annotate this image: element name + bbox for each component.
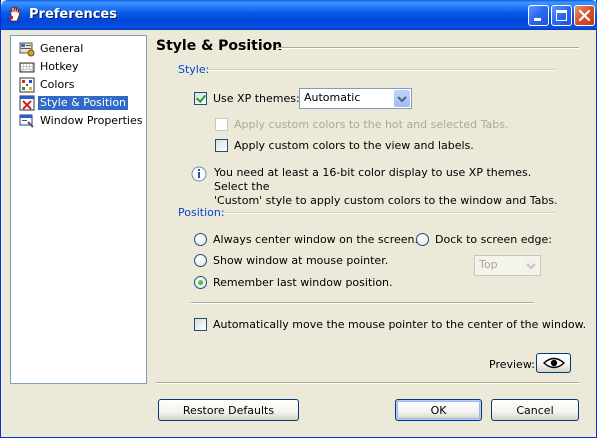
eye-icon [542,357,565,369]
custom-view-labels-checkbox[interactable] [215,139,228,152]
app-hand-icon [9,6,21,22]
title-divider [276,47,579,49]
cancel-button[interactable]: Cancel [491,399,579,421]
window-title: Preferences [29,7,117,22]
xp-theme-info-text: You need at least a 16-bit color display… [214,166,559,208]
info-line-2: 'Custom' style to apply custom colors to… [214,194,558,207]
colors-icon [19,77,35,93]
minimize-button[interactable] [528,5,549,26]
restore-defaults-label: Restore Defaults [182,403,275,417]
theme-select-dropdown-button[interactable] [394,90,410,107]
ok-button[interactable]: OK [395,399,482,421]
footer-divider [156,382,579,384]
preview-button[interactable] [536,353,571,373]
dock-edge-label[interactable]: Dock to screen edge: [435,233,552,246]
always-center-label[interactable]: Always center window on the screen. [213,233,418,246]
move-pointer-label[interactable]: Automatically move the mouse pointer to … [213,318,586,331]
nav-item-label: Hotkey [40,60,79,73]
chevron-down-icon [526,263,536,270]
preview-label: Preview: [489,358,535,371]
show-at-pointer-label[interactable]: Show window at mouse pointer. [213,254,388,267]
theme-select[interactable]: Automatic [299,88,412,109]
use-xp-themes-checkbox[interactable] [194,92,207,105]
remember-last-radio[interactable] [194,276,207,289]
info-line-1: You need at least a 16-bit color display… [214,166,532,193]
close-button[interactable] [574,5,595,26]
ok-label: OK [430,403,447,417]
nav-item-label: Style & Position [38,96,129,110]
custom-hot-tabs-checkbox[interactable] [215,118,228,131]
keyboard-icon [19,62,35,73]
position-group-divider [223,212,555,214]
page-title: Style & Position [156,38,283,54]
nav-item-hotkey[interactable]: Hotkey [19,59,81,75]
title-bar[interactable]: Preferences [1,0,597,30]
style-group-label: Style: [178,63,210,76]
show-at-pointer-radio[interactable] [194,254,207,267]
nav-item-general[interactable]: General [19,41,85,57]
custom-view-labels-label[interactable]: Apply custom colors to the view and labe… [234,139,474,152]
minimize-icon [534,18,541,21]
remember-last-label[interactable]: Remember last window position. [213,276,393,289]
style-group-divider [208,69,555,71]
restore-defaults-button[interactable]: Restore Defaults [158,399,299,421]
nav-item-style-position[interactable]: Style & Position [19,95,129,111]
style-position-icon [19,95,35,111]
info-icon [191,166,207,182]
close-icon [578,9,591,22]
nav-item-colors[interactable]: Colors [19,77,76,93]
position-separator [191,302,534,304]
nav-item-label: Colors [40,78,75,91]
move-pointer-checkbox[interactable] [194,318,207,331]
maximize-icon [556,10,567,21]
chevron-down-icon [397,96,407,103]
maximize-button[interactable] [551,5,572,26]
dock-edge-select[interactable]: Top [474,255,541,276]
general-settings-icon [19,42,35,57]
use-xp-themes-label[interactable]: Use XP themes: [213,92,300,105]
dock-edge-select-value: Top [479,258,498,271]
position-group-label: Position: [178,206,225,219]
dock-edge-radio[interactable] [416,233,429,246]
nav-item-label: General [40,42,84,55]
theme-select-value: Automatic [304,91,361,104]
window-properties-icon [19,114,34,128]
nav-item-window-properties[interactable]: Window Properties [19,113,144,129]
dock-edge-dropdown-button[interactable] [523,257,539,274]
cancel-label: Cancel [516,403,554,417]
preferences-window: Preferences General Hotkey Colors Style … [0,0,597,438]
always-center-radio[interactable] [194,233,207,246]
nav-item-label: Window Properties [40,114,143,127]
nav-tree[interactable]: General Hotkey Colors Style & Position W… [10,35,147,384]
custom-hot-tabs-label[interactable]: Apply custom colors to the hot and selec… [234,118,508,131]
